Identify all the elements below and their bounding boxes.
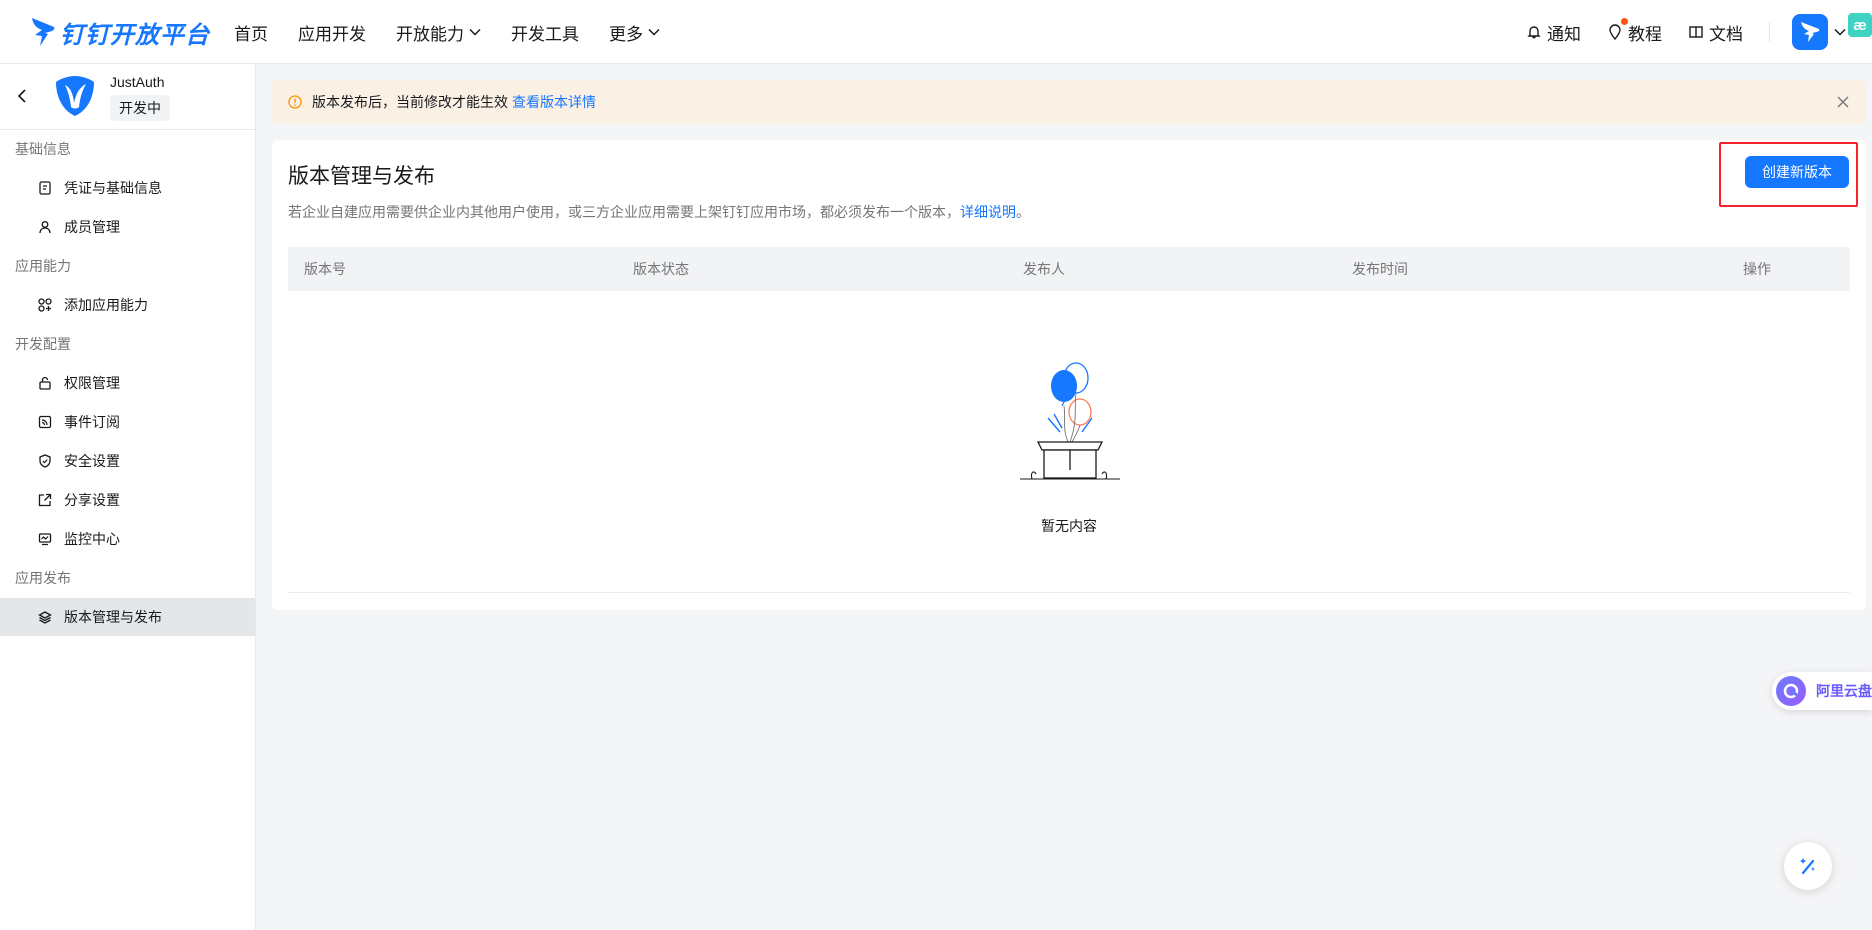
sidebar-item-label: 安全设置	[64, 453, 120, 469]
sidebar-group-title: 应用能力	[15, 258, 71, 274]
sidebar-item-label: 成员管理	[64, 219, 120, 235]
sidebar-item-monitor[interactable]: 监控中心	[0, 520, 255, 558]
dingtalk-bird-icon	[1801, 22, 1820, 42]
sidebar-item-label: 分享设置	[64, 492, 120, 508]
app-status-badge: 开发中	[110, 95, 170, 121]
monitor-icon	[38, 533, 52, 546]
nav-item-label: 应用开发	[298, 24, 366, 44]
sidebar-item-credentials[interactable]: 凭证与基础信息	[0, 169, 255, 207]
alert-text: 版本发布后，当前修改才能生效	[312, 94, 508, 110]
nav-item-label: 开放能力	[396, 24, 464, 44]
aliyun-drive-floating-widget[interactable]: 阿里云盘	[1772, 672, 1872, 710]
nav-item-app-dev[interactable]: 应用开发	[298, 20, 366, 45]
nav-item-open-capability[interactable]: 开放能力	[396, 20, 481, 45]
view-version-details-link[interactable]: 查看版本详情	[512, 92, 596, 112]
close-icon[interactable]	[1836, 95, 1850, 109]
user-icon	[39, 221, 51, 234]
notify-link[interactable]: 通知	[1526, 20, 1581, 45]
version-table-header: 版本号 版本状态 发布人 发布时间 操作	[288, 247, 1850, 291]
description-end: 。	[1016, 204, 1030, 220]
divider	[288, 592, 1850, 593]
ai-assistant-button[interactable]	[1784, 842, 1832, 890]
nav-item-home[interactable]: 首页	[234, 20, 268, 45]
nav-item-label: 更多	[609, 24, 643, 44]
sidebar-item-event-subscription[interactable]: 事件订阅	[0, 403, 255, 441]
aliyun-drive-label: 阿里云盘	[1816, 683, 1872, 699]
sidebar-item-label: 凭证与基础信息	[64, 180, 162, 196]
lock-icon	[39, 376, 51, 390]
empty-box-balloons-icon	[1020, 362, 1120, 480]
brand-name: 钉钉开放平台	[60, 21, 210, 49]
nav-item-more[interactable]: 更多	[609, 20, 660, 45]
sidebar-item-label: 权限管理	[64, 375, 120, 391]
sidebar-group-title: 基础信息	[15, 141, 71, 157]
nav-item-label: 开发工具	[511, 24, 579, 44]
tutorial-label: 教程	[1628, 24, 1662, 44]
sidebar-group-title: 应用发布	[15, 570, 71, 586]
shield-icon	[39, 454, 51, 468]
sidebar-item-label: 添加应用能力	[64, 297, 148, 313]
create-new-version-button[interactable]: 创建新版本	[1745, 156, 1849, 188]
column-header-version: 版本号	[304, 261, 346, 277]
aliyun-drive-icon	[1776, 676, 1806, 706]
nav-item-dev-tools[interactable]: 开发工具	[511, 20, 579, 45]
column-header-publisher: 发布人	[1023, 261, 1065, 277]
sidebar-item-permissions[interactable]: 权限管理	[0, 364, 255, 402]
book-icon	[1689, 26, 1703, 38]
sidebar-item-version-management[interactable]: 版本管理与发布	[0, 598, 255, 636]
location-pin-icon	[1609, 24, 1621, 40]
back-arrow-icon[interactable]	[16, 88, 28, 104]
sidebar-item-label: 事件订阅	[64, 414, 120, 430]
sidebar-item-label: 版本管理与发布	[64, 609, 162, 625]
top-navigation-bar: 钉钉开放平台 首页 应用开发 开放能力 开发工具 更多 通知 教程 文档 æ	[0, 0, 1872, 64]
apps-icon	[38, 298, 52, 312]
notify-label: 通知	[1547, 24, 1581, 44]
sidebar-item-label: 监控中心	[64, 531, 120, 547]
column-header-actions: 操作	[1743, 261, 1771, 277]
bell-icon	[1527, 26, 1541, 39]
tutorial-link[interactable]: 教程	[1607, 17, 1662, 45]
sidebar-group-title: 开发配置	[15, 336, 71, 352]
sidebar-item-add-capability[interactable]: 添加应用能力	[0, 286, 255, 324]
brand-logo[interactable]: 钉钉开放平台	[30, 12, 210, 52]
main-nav: 首页 应用开发 开放能力 开发工具 更多	[234, 0, 660, 64]
page-description: 若企业自建应用需要供企业内其他用户使用，或三方企业应用需要上架钉钉应用市场，都必…	[288, 202, 1030, 222]
app-logo-icon	[56, 76, 94, 116]
info-alert-banner: 版本发布后，当前修改才能生效 查看版本详情	[272, 80, 1866, 124]
share-icon	[38, 493, 52, 507]
version-management-card: 版本管理与发布 若企业自建应用需要供企业内其他用户使用，或三方企业应用需要上架钉…	[272, 140, 1866, 610]
dingtalk-bird-icon	[32, 18, 55, 46]
details-link[interactable]: 详细说明	[960, 204, 1016, 220]
page-title: 版本管理与发布	[288, 165, 435, 188]
credential-icon	[39, 181, 51, 195]
docs-link[interactable]: 文档	[1688, 20, 1743, 45]
warning-info-icon	[288, 95, 302, 109]
column-header-status: 版本状态	[633, 261, 689, 277]
sidebar-item-security[interactable]: 安全设置	[0, 442, 255, 480]
chevron-down-icon[interactable]	[1834, 28, 1846, 36]
user-avatar[interactable]: æ	[1848, 13, 1872, 37]
chevron-down-icon	[648, 28, 660, 36]
description-text: 若企业自建应用需要供企业内其他用户使用，或三方企业应用需要上架钉钉应用市场，都必…	[288, 204, 960, 220]
column-header-publish-time: 发布时间	[1352, 261, 1408, 277]
sidebar-item-share[interactable]: 分享设置	[0, 481, 255, 519]
sidebar: JustAuth 开发中 基础信息 凭证与基础信息 成员管理 应用能力 添加应用…	[0, 64, 256, 930]
rss-icon	[38, 415, 52, 429]
layers-icon	[38, 611, 52, 624]
app-header: JustAuth 开发中	[0, 64, 255, 130]
app-name: JustAuth	[110, 74, 165, 90]
empty-state-text: 暂无内容	[1041, 518, 1097, 534]
docs-label: 文档	[1709, 24, 1743, 44]
cloud-drive-icon	[1783, 683, 1799, 699]
nav-item-label: 首页	[234, 24, 268, 44]
org-switcher-avatar[interactable]	[1792, 14, 1828, 50]
magic-wand-icon	[1800, 858, 1815, 875]
sidebar-item-members[interactable]: 成员管理	[0, 208, 255, 246]
header-tools: 通知 教程 文档 æ	[1526, 0, 1872, 64]
divider	[1769, 22, 1770, 42]
notification-dot	[1621, 17, 1628, 25]
chevron-down-icon	[469, 28, 481, 36]
